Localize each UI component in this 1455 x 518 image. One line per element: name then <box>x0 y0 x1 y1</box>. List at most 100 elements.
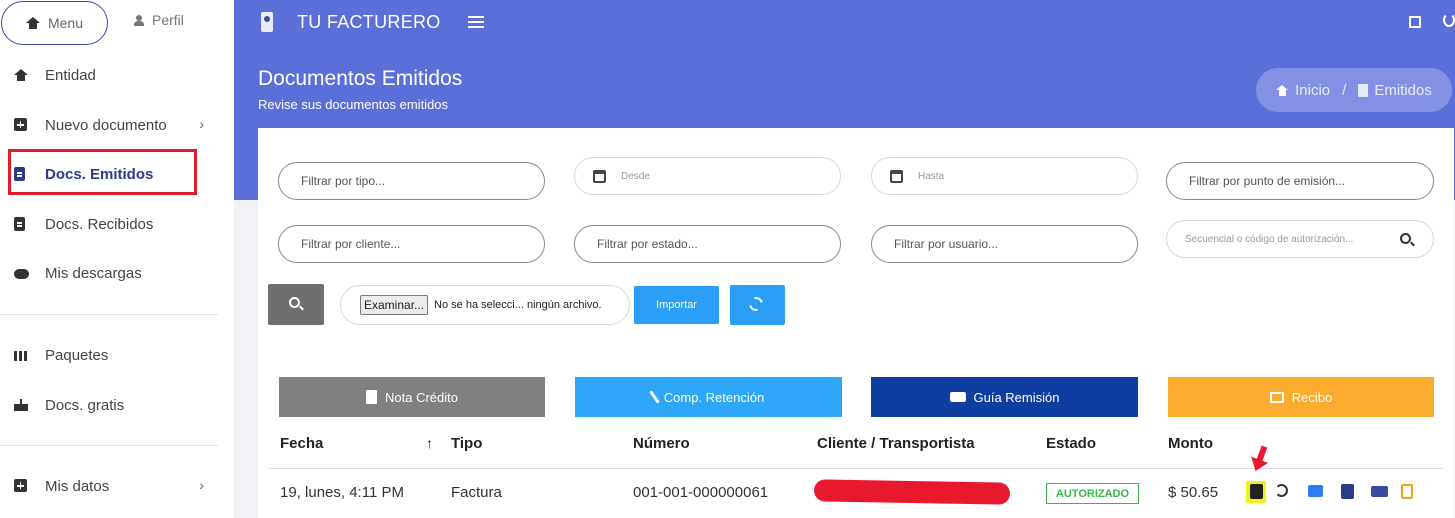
chevron-right-icon: › <box>199 116 204 132</box>
chevron-right-icon: › <box>199 477 204 493</box>
sidebar-item-label: Paquetes <box>45 346 109 364</box>
guia-remision-button[interactable]: Guía Remisión <box>871 377 1138 417</box>
filter-desde[interactable]: Desde <box>574 157 841 195</box>
sidebar-item-docs-recibidos[interactable]: Docs. Recibidos <box>14 213 214 235</box>
redacted-cliente <box>813 479 1011 505</box>
sidebar-tabs: Menu Perfil <box>0 0 234 46</box>
cell-fecha: 19, lunes, 4:11 PM <box>280 484 404 501</box>
filter-estado[interactable]: Filtrar por estado... <box>574 225 841 263</box>
column-monto[interactable]: Monto <box>1168 435 1213 452</box>
copy-icon[interactable] <box>1401 484 1413 499</box>
import-button[interactable]: Importar <box>634 286 719 324</box>
column-estado[interactable]: Estado <box>1046 435 1096 452</box>
cell-tipo: Factura <box>451 484 502 501</box>
sidebar: Menu Perfil Entidad Nuevo documento › Do… <box>0 0 234 518</box>
tab-menu-label: Menu <box>47 15 84 31</box>
sidebar-item-label: Mis descargas <box>45 264 142 282</box>
percent-icon <box>649 390 660 404</box>
sidebar-item-label: Nuevo documento <box>45 116 167 134</box>
cell-numero: 001-001-000000061 <box>633 484 769 501</box>
search-icon[interactable] <box>1400 233 1411 244</box>
column-numero[interactable]: Número <box>633 435 690 452</box>
breadcrumb: Inicio / Emitidos <box>1256 68 1452 112</box>
documents-card: Filtrar por tipo... Desde Hasta Filtrar … <box>258 128 1454 518</box>
file-plus-icon[interactable] <box>1341 484 1354 499</box>
home-icon <box>14 69 28 81</box>
column-cliente[interactable]: Cliente / Transportista <box>817 435 975 452</box>
sort-up-icon[interactable]: ↑ <box>426 435 433 451</box>
page-title: Documentos Emitidos <box>258 67 463 90</box>
filter-tipo-placeholder: Filtrar por tipo... <box>301 174 386 188</box>
sidebar-item-docs-emitidos[interactable]: Docs. Emitidos <box>14 163 214 185</box>
hamburger-menu-icon[interactable] <box>468 16 484 28</box>
sidebar-item-label: Mis datos <box>45 477 110 495</box>
home-icon <box>1276 84 1289 96</box>
recibo-button[interactable]: Recibo <box>1168 377 1434 417</box>
filter-hasta-placeholder: Hasta <box>918 170 945 182</box>
cell-monto: $ 50.65 <box>1168 484 1219 501</box>
tab-menu[interactable]: Menu <box>1 1 108 45</box>
table-divider <box>268 468 1443 469</box>
search-secuencial-input[interactable]: Secuencial o código de autorización... <box>1166 220 1434 258</box>
divider <box>0 445 218 446</box>
clipboard-icon <box>14 167 25 181</box>
fullscreen-icon[interactable] <box>1409 16 1421 28</box>
sidebar-item-label: Docs. gratis <box>45 396 125 414</box>
nota-credito-label: Nota Crédito <box>385 389 458 405</box>
view-document-icon[interactable] <box>1250 484 1263 499</box>
brand-title: TU FACTURERO <box>297 12 441 32</box>
truck-icon <box>949 392 966 402</box>
filter-punto-emision[interactable]: Filtrar por punto de emisión... <box>1166 162 1434 200</box>
search-secuencial-placeholder: Secuencial o código de autorización... <box>1185 233 1354 245</box>
money-icon <box>1269 391 1284 403</box>
power-icon[interactable] <box>1443 13 1455 27</box>
file-input[interactable]: Examinar... No se ha selecci... ningún a… <box>340 285 630 325</box>
topbar: TU FACTURERO <box>234 0 1455 45</box>
cloud-download-icon <box>14 269 29 279</box>
filter-cliente-placeholder: Filtrar por cliente... <box>301 237 401 251</box>
divider <box>0 314 218 315</box>
filter-usuario[interactable]: Filtrar por usuario... <box>871 225 1138 263</box>
nota-credito-button[interactable]: Nota Crédito <box>279 377 545 417</box>
comp-retencion-label: Comp. Retención <box>663 389 765 405</box>
sidebar-item-nuevo-documento[interactable]: Nuevo documento › <box>14 114 214 136</box>
refresh-icon[interactable] <box>1275 484 1288 497</box>
bars-icon <box>14 351 27 361</box>
plus-box-icon <box>14 118 27 131</box>
filter-tipo[interactable]: Filtrar por tipo... <box>278 162 545 200</box>
sync-button[interactable] <box>730 285 785 325</box>
gift-icon <box>14 399 28 411</box>
tab-perfil[interactable]: Perfil <box>134 12 184 28</box>
filter-hasta[interactable]: Hasta <box>871 157 1138 195</box>
page-subtitle: Revise sus documentos emitidos <box>258 97 449 112</box>
filter-punto-placeholder: Filtrar por punto de emisión... <box>1189 174 1346 188</box>
print-icon[interactable] <box>1308 485 1323 497</box>
sidebar-item-entidad[interactable]: Entidad <box>14 64 214 86</box>
recibo-label: Recibo <box>1291 389 1333 405</box>
truck-icon[interactable] <box>1371 486 1388 497</box>
column-fecha[interactable]: Fecha <box>280 435 323 452</box>
search-icon <box>289 297 300 308</box>
file-plus-icon <box>366 390 377 404</box>
column-tipo[interactable]: Tipo <box>451 435 482 452</box>
sidebar-item-label: Entidad <box>45 66 96 84</box>
clipboard-icon <box>1358 83 1369 97</box>
sidebar-item-mis-descargas[interactable]: Mis descargas <box>14 262 214 284</box>
breadcrumb-current: Emitidos <box>1374 81 1432 99</box>
comp-retencion-button[interactable]: Comp. Retención <box>575 377 842 417</box>
filter-estado-placeholder: Filtrar por estado... <box>597 237 698 251</box>
tab-perfil-label: Perfil <box>152 12 184 28</box>
sidebar-item-label: Docs. Emitidos <box>45 165 154 183</box>
user-icon <box>134 14 144 26</box>
sidebar-item-paquetes[interactable]: Paquetes <box>14 344 214 366</box>
calendar-icon <box>890 169 903 183</box>
clipboard-icon <box>14 217 25 231</box>
filter-cliente[interactable]: Filtrar por cliente... <box>278 225 545 263</box>
browse-button[interactable]: Examinar... <box>360 295 429 315</box>
plus-box-icon <box>14 479 27 492</box>
breadcrumb-home[interactable]: Inicio <box>1295 82 1330 99</box>
search-button[interactable] <box>268 284 324 325</box>
sidebar-item-docs-gratis[interactable]: Docs. gratis <box>14 394 214 416</box>
sidebar-item-mis-datos[interactable]: Mis datos › <box>14 475 214 497</box>
home-icon <box>25 17 40 29</box>
